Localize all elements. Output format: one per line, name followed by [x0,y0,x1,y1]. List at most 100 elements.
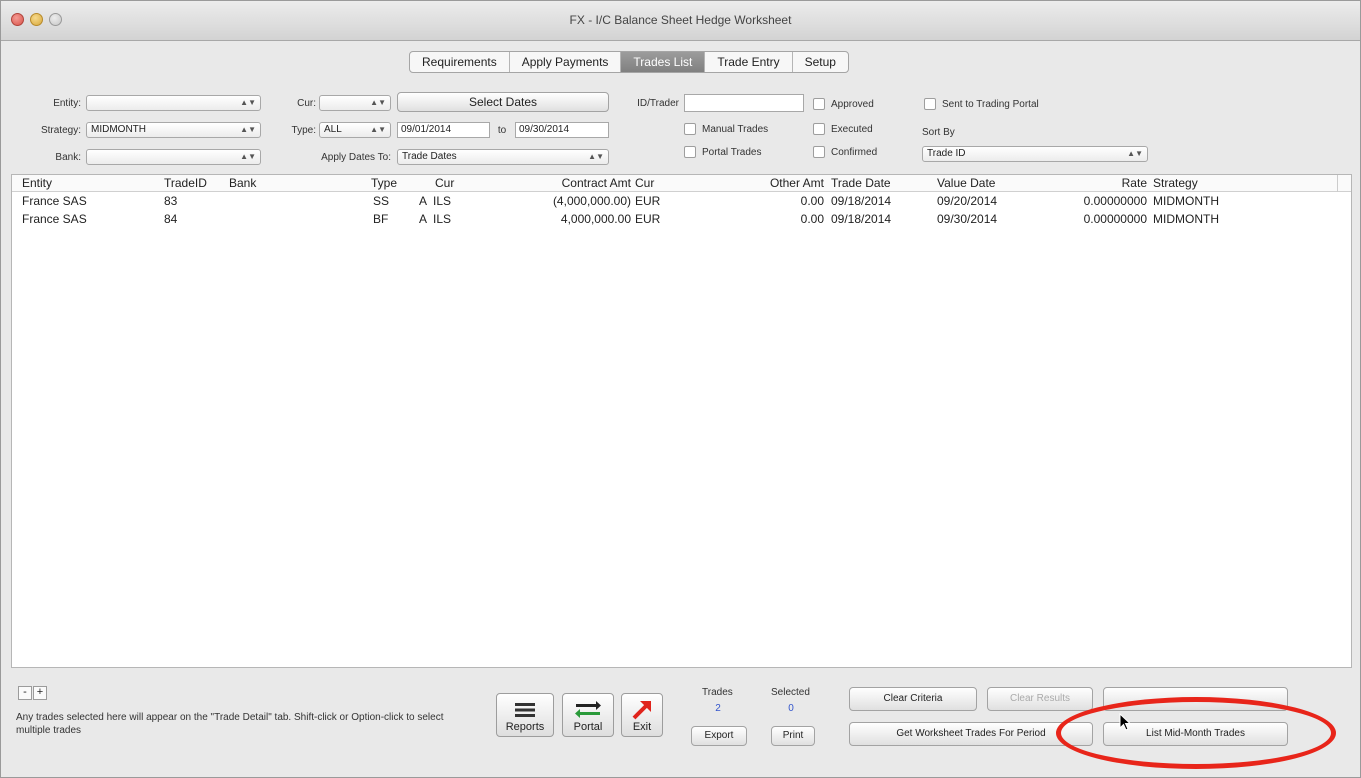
exchange-arrows-icon [563,698,613,722]
tab-bar: Requirements Apply Payments Trades List … [409,51,849,73]
tab-apply-payments[interactable]: Apply Payments [510,52,622,72]
clear-criteria-button[interactable]: Clear Criteria [849,687,977,711]
col-cur-2[interactable]: Cur [635,176,654,190]
apply-dates-label: Apply Dates To: [321,152,391,163]
col-type[interactable]: Type [371,176,397,190]
header-corner [1337,175,1351,192]
date-to-label: to [497,125,507,136]
table-row[interactable]: France SAS 84 BF A ILS 4,000,000.00 EUR … [12,212,1351,229]
get-worksheet-trades-button[interactable]: Get Worksheet Trades For Period [849,722,1093,746]
cell-other-amt: 0.00 [800,194,824,208]
portal-button[interactable]: Portal [562,693,614,737]
sent-portal-label: Sent to Trading Portal [942,98,1039,110]
checkbox-box [924,98,936,110]
trades-table: Entity TradeID Bank Type Cur Contract Am… [11,174,1352,668]
app-window: FX - I/C Balance Sheet Hedge Worksheet R… [0,0,1361,778]
select-arrows-icon: ▲▼ [588,152,604,161]
remove-row-button[interactable]: - [18,686,32,700]
type-select-value: ALL [324,124,342,135]
table-row[interactable]: France SAS 83 SS A ILS (4,000,000.00) EU… [12,194,1351,211]
clear-results-button[interactable]: Clear Results [987,687,1093,711]
cell-cur-2: EUR [635,212,661,226]
checkbox-box [813,123,825,135]
cell-strategy: MIDMONTH [1153,194,1219,208]
tab-trades-list[interactable]: Trades List [621,52,706,72]
tab-setup[interactable]: Setup [793,52,848,72]
confirmed-label: Confirmed [831,146,878,158]
cell-contract-amt: 4,000,000.00 [560,212,631,226]
cell-type: BF [373,212,389,226]
window-title: FX - I/C Balance Sheet Hedge Worksheet [569,13,792,27]
select-arrows-icon: ▲▼ [370,125,386,134]
cell-value-date: 09/20/2014 [937,194,998,208]
table-header: Entity TradeID Bank Type Cur Contract Am… [12,175,1351,192]
executed-checkbox[interactable]: Executed [813,123,873,135]
confirmed-checkbox[interactable]: Confirmed [813,146,877,158]
cell-rate: 0.00000000 [1083,212,1147,226]
id-trader-label: ID/Trader [637,98,679,109]
cell-cur: ILS [433,194,452,208]
tab-trade-entry[interactable]: Trade Entry [705,52,793,72]
cell-rate: 0.00000000 [1083,194,1147,208]
col-contract-amt[interactable]: Contract Amt [488,176,631,190]
type-select[interactable]: ALL ▲▼ [319,122,391,138]
col-trade-date[interactable]: Trade Date [831,176,891,190]
executed-label: Executed [831,123,873,135]
strategy-select-value: MIDMONTH [91,124,146,135]
cell-entity: France SAS [22,194,87,208]
tab-requirements[interactable]: Requirements [410,52,510,72]
manual-trades-label: Manual Trades [702,123,769,135]
sent-portal-checkbox[interactable]: Sent to Trading Portal [924,98,1039,110]
checkbox-box [813,98,825,110]
cur-select[interactable]: ▲▼ [319,95,391,111]
exit-label: Exit [632,721,652,733]
col-strategy[interactable]: Strategy [1153,176,1198,190]
strategy-label: Strategy: [40,125,81,136]
col-other-amt[interactable]: Other Amt [712,176,824,190]
exit-button[interactable]: Exit [621,693,663,737]
cell-contract-amt: (4,000,000.00) [552,194,631,208]
col-entity[interactable]: Entity [22,176,52,190]
bank-label: Bank: [55,152,81,163]
checkbox-box [684,146,696,158]
export-button[interactable]: Export [691,726,747,746]
id-trader-input[interactable] [684,94,804,112]
help-text: Any trades selected here will appear on … [16,712,444,736]
col-value-date[interactable]: Value Date [937,176,995,190]
checkbox-box [813,146,825,158]
select-dates-button[interactable]: Select Dates [397,92,609,112]
trades-count-label: Trades [702,687,733,698]
selected-count-value: 0 [788,703,794,714]
print-button[interactable]: Print [771,726,815,746]
cell-tradeid: 83 [164,194,178,208]
sort-by-label: Sort By [922,127,955,138]
checkbox-box [684,123,696,135]
manual-trades-checkbox[interactable]: Manual Trades [684,123,768,135]
select-arrows-icon: ▲▼ [240,125,256,134]
select-arrows-icon: ▲▼ [240,152,256,161]
strategy-select[interactable]: MIDMONTH ▲▼ [86,122,261,138]
selected-count-label: Selected [771,687,810,698]
entity-select[interactable]: ▲▼ [86,95,261,111]
approved-checkbox[interactable]: Approved [813,98,874,110]
list-icon [497,698,553,722]
apply-dates-select-value: Trade Dates [402,151,457,162]
reports-button[interactable]: Reports [496,693,554,737]
col-cur[interactable]: Cur [435,176,454,190]
date-from-input[interactable]: 09/01/2014 [397,122,490,138]
cell-tradeid: 84 [164,212,178,226]
cell-trade-date: 09/18/2014 [831,212,892,226]
cell-trade-date: 09/18/2014 [831,194,892,208]
sort-by-select[interactable]: Trade ID ▲▼ [922,146,1148,162]
apply-dates-select[interactable]: Trade Dates ▲▼ [397,149,609,165]
type-label: Type: [291,125,316,136]
bank-select[interactable]: ▲▼ [86,149,261,165]
col-tradeid[interactable]: TradeID [164,176,207,190]
portal-trades-label: Portal Trades [702,146,762,158]
add-row-button[interactable]: + [33,686,47,700]
blank-button[interactable] [1103,687,1288,711]
col-bank[interactable]: Bank [229,176,256,190]
portal-trades-checkbox[interactable]: Portal Trades [684,146,761,158]
date-to-input[interactable]: 09/30/2014 [515,122,609,138]
col-rate[interactable]: Rate [1052,176,1147,190]
